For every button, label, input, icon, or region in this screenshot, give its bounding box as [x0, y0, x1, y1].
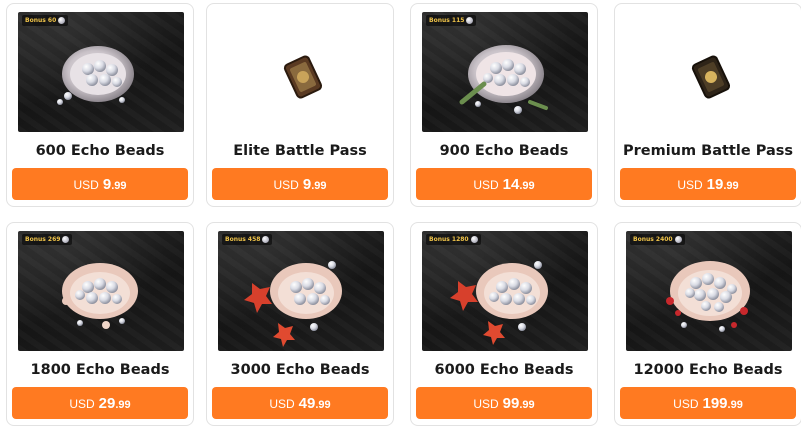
- product-card[interactable]: Bonus 60 600 Echo Beads USD 9.99: [6, 3, 194, 207]
- buy-button[interactable]: USD 14.99: [416, 168, 592, 200]
- pearl-oyster-icon: [666, 261, 750, 332]
- bead-icon: [466, 17, 474, 24]
- battle-pass-token-icon: [691, 55, 731, 99]
- product-card[interactable]: Bonus 1280 6000 Echo Beads USD 99.99: [410, 222, 598, 426]
- buy-button[interactable]: USD 49.99: [212, 387, 388, 419]
- pearl-oyster-image: Bonus 269: [18, 231, 184, 351]
- pearl-oyster-icon: [459, 45, 548, 114]
- product-name: 12000 Echo Beads: [633, 362, 783, 378]
- product-name: 600 Echo Beads: [35, 143, 165, 159]
- product-card[interactable]: Bonus 2400 12000 Echo Beads USD 199.99: [614, 222, 801, 426]
- bead-icon: [262, 236, 270, 243]
- product-card[interactable]: Bonus 269 1800 Echo Beads USD 29.99: [6, 222, 194, 426]
- product-name: 3000 Echo Beads: [230, 362, 370, 378]
- product-name: 1800 Echo Beads: [30, 362, 170, 378]
- bead-icon: [62, 236, 70, 243]
- bonus-badge: Bonus 2400: [630, 234, 685, 245]
- pearl-oyster-icon: [450, 261, 548, 345]
- bonus-badge: Bonus 60: [22, 15, 69, 26]
- bead-icon: [470, 236, 478, 243]
- bead-icon: [58, 17, 66, 24]
- bonus-badge: Bonus 115: [426, 15, 477, 26]
- bonus-badge: Bonus 269: [22, 234, 73, 245]
- battle-pass-token-icon: [283, 55, 323, 99]
- buy-button[interactable]: USD 199.99: [620, 387, 796, 419]
- pearl-oyster-icon: [57, 46, 134, 105]
- pearl-oyster-icon: [244, 261, 342, 347]
- battle-pass-token-image: [626, 12, 792, 132]
- bonus-badge: Bonus 1280: [426, 234, 481, 245]
- product-name: 900 Echo Beads: [439, 143, 569, 159]
- buy-button[interactable]: USD 19.99: [620, 168, 796, 200]
- pearl-oyster-image: Bonus 115: [422, 12, 588, 132]
- buy-button[interactable]: USD 99.99: [416, 387, 592, 419]
- buy-button[interactable]: USD 9.99: [212, 168, 388, 200]
- product-card[interactable]: Elite Battle Pass USD 9.99: [206, 3, 394, 207]
- pearl-oyster-maple-image: Bonus 458: [218, 231, 384, 351]
- pearl-oyster-red-image: Bonus 2400: [626, 231, 792, 351]
- pearl-oyster-icon: [62, 263, 138, 329]
- buy-button[interactable]: USD 9.99: [12, 168, 188, 200]
- pearl-oyster-maple-image: Bonus 1280: [422, 231, 588, 351]
- product-name: Premium Battle Pass: [622, 143, 793, 159]
- bonus-badge: Bonus 458: [222, 234, 273, 245]
- product-card[interactable]: Bonus 115 900 Echo Beads USD 14.99: [410, 3, 598, 207]
- product-card[interactable]: Bonus 458 3000 Echo Beads USD 49.99: [206, 222, 394, 426]
- product-name: 6000 Echo Beads: [434, 362, 574, 378]
- buy-button[interactable]: USD 29.99: [12, 387, 188, 419]
- bead-icon: [674, 236, 682, 243]
- product-name: Elite Battle Pass: [233, 143, 367, 159]
- product-card[interactable]: Premium Battle Pass USD 19.99: [614, 3, 801, 207]
- pearl-oyster-image: Bonus 60: [18, 12, 184, 132]
- battle-pass-token-image: [218, 12, 384, 132]
